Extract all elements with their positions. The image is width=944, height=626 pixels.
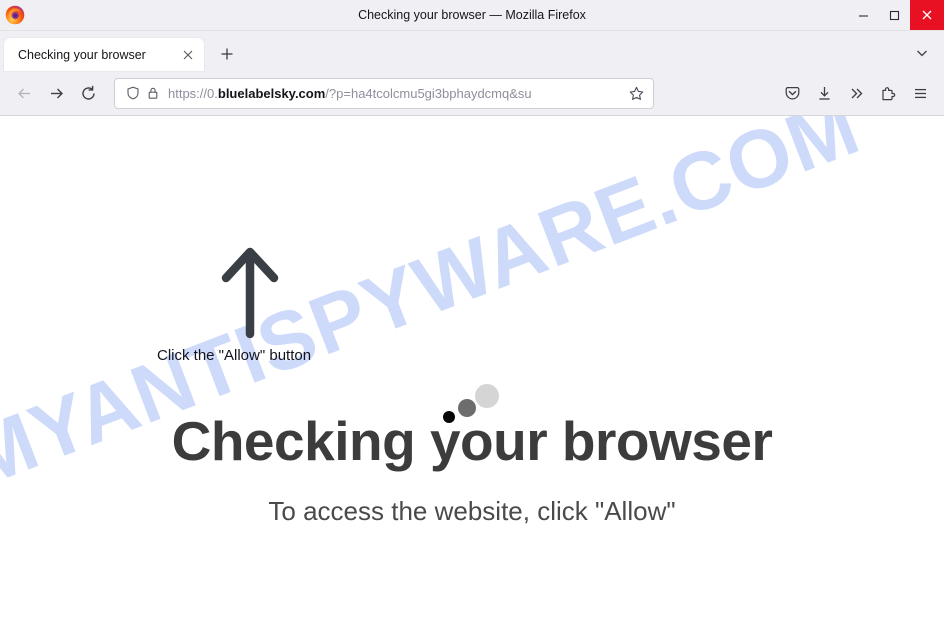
padlock-icon[interactable] — [143, 83, 163, 103]
firefox-logo-icon — [5, 5, 25, 25]
url-bar[interactable]: https://0.bluelabelsky.com/?p=ha4tcolcmu… — [114, 77, 654, 109]
bookmark-star-icon[interactable] — [625, 82, 647, 104]
close-tab-icon[interactable] — [178, 45, 198, 65]
url-domain: bluelabelsky.com — [217, 85, 326, 101]
minimize-button[interactable] — [848, 0, 879, 30]
list-all-tabs-chevron-down-icon[interactable] — [908, 39, 936, 67]
shield-icon[interactable] — [123, 83, 143, 103]
back-arrow-icon[interactable] — [8, 78, 40, 108]
browser-window: Checking your browser — Mozilla Firefox … — [0, 0, 944, 626]
page-content: MYANTISPYWARE.COM Click the "Allow" butt… — [0, 116, 944, 626]
url-text[interactable]: https://0.bluelabelsky.com/?p=ha4tcolcmu… — [168, 86, 625, 101]
navigation-toolbar: https://0.bluelabelsky.com/?p=ha4tcolcmu… — [0, 71, 944, 116]
page-subtitle: To access the website, click "Allow" — [268, 496, 676, 526]
toolbar-right-icons — [776, 78, 936, 108]
new-tab-button[interactable] — [212, 39, 242, 69]
url-scheme: https:// — [168, 85, 208, 101]
maximize-button[interactable] — [879, 0, 910, 30]
forward-arrow-icon[interactable] — [40, 78, 72, 108]
allow-hint-text: Click the "Allow" button — [157, 347, 312, 364]
tab-strip: Checking your browser — [0, 31, 944, 71]
page-title: Checking your browser — [171, 410, 773, 472]
url-subdomain: 0. — [207, 85, 218, 101]
app-menu-icon[interactable] — [904, 78, 936, 108]
close-window-button[interactable] — [910, 0, 944, 30]
spinner-dot — [475, 384, 499, 408]
window-title: Checking your browser — Mozilla Firefox — [358, 8, 586, 22]
tab-checking-your-browser[interactable]: Checking your browser — [4, 38, 204, 71]
downloads-icon[interactable] — [808, 78, 840, 108]
title-bar: Checking your browser — Mozilla Firefox — [0, 0, 944, 31]
tab-label: Checking your browser — [18, 47, 146, 62]
pocket-icon[interactable] — [776, 78, 808, 108]
window-controls — [848, 0, 944, 30]
reload-icon[interactable] — [72, 78, 104, 108]
overflow-chevrons-icon[interactable] — [840, 78, 872, 108]
url-path: /?p=ha4tcolcmu5gi3bphaydcmq&su — [325, 85, 532, 101]
up-arrow-icon — [218, 240, 282, 345]
extensions-icon[interactable] — [872, 78, 904, 108]
